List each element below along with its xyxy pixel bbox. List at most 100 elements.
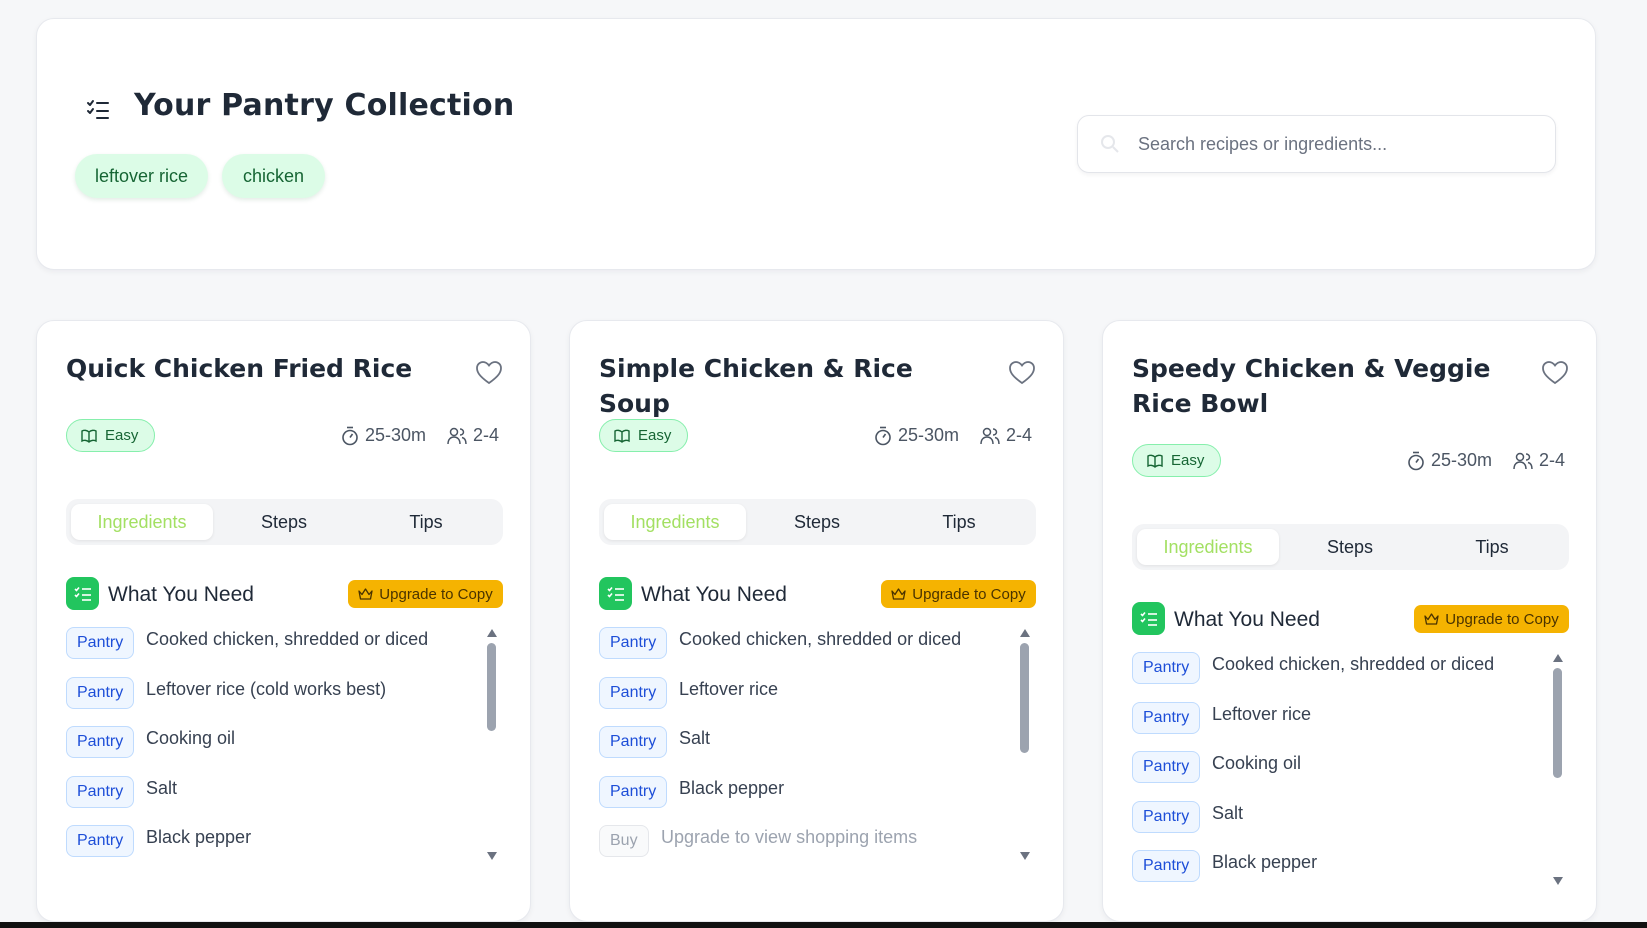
ingredient-item: Pantry Cooked chicken, shredded or diced <box>599 627 999 661</box>
pantry-tag: Pantry <box>1132 701 1201 734</box>
ingredient-name: Salt <box>679 728 711 748</box>
list-check-icon <box>1139 611 1157 626</box>
servings: 2-4 <box>447 425 499 446</box>
list-check-icon <box>73 586 91 601</box>
pantry-tag: Pantry <box>66 726 135 758</box>
difficulty-badge: Easy <box>1132 444 1221 477</box>
users-icon <box>980 427 1000 444</box>
section-header: What You Need Upgrade to Copy <box>1132 602 1569 636</box>
recipe-title: Simple Chicken & Rice Soup <box>599 354 913 418</box>
ingredient-list[interactable]: Pantry Cooked chicken, shredded or diced P… <box>66 627 503 867</box>
pantry-tag: Pantry <box>66 627 135 659</box>
timer-icon <box>342 426 358 445</box>
heart-icon[interactable] <box>1009 361 1035 385</box>
cook-time-value: 25-30m <box>365 425 427 445</box>
difficulty-label: Easy <box>105 427 139 444</box>
book-open-icon <box>614 429 630 443</box>
tab-tips[interactable]: Tips <box>1421 529 1563 565</box>
ingredient-item: Pantry Cooked chicken, shredded or diced <box>66 627 466 661</box>
pantry-tag: Pantry <box>599 676 668 709</box>
recipe-meta: Easy 25-30m 2-4 <box>1132 444 1569 478</box>
tab-tips[interactable]: Tips <box>355 504 497 540</box>
section-icon <box>1132 602 1165 635</box>
upgrade-to-copy-button[interactable]: Upgrade to Copy <box>881 580 1036 608</box>
timer-icon <box>1408 451 1424 470</box>
pantry-tag: Pantry <box>66 775 135 808</box>
cook-time-value: 25-30m <box>1431 450 1493 470</box>
ingredient-name: Cooking oil <box>1212 753 1302 773</box>
ingredient-list[interactable]: Pantry Cooked chicken, shredded or diced P… <box>599 627 1036 867</box>
ingredient-name: Cooked chicken, shredded or diced <box>146 629 429 649</box>
servings: 2-4 <box>980 425 1032 446</box>
list-check-icon <box>606 586 624 601</box>
upgrade-label: Upgrade to Copy <box>912 585 1026 603</box>
tab-tips[interactable]: Tips <box>888 504 1030 540</box>
ingredient-item: Pantry Black pepper <box>599 775 999 810</box>
recipe-tabs: Ingredients Steps Tips <box>66 499 503 545</box>
servings: 2-4 <box>1513 450 1565 471</box>
recipe-card: Quick Chicken Fried Rice Easy 25-30m 2-4 Ing… <box>36 320 531 922</box>
scroll-up-icon[interactable] <box>1019 628 1031 638</box>
chip-chicken[interactable]: chicken <box>222 154 325 198</box>
difficulty-badge: Easy <box>599 419 688 452</box>
tab-steps[interactable]: Steps <box>746 504 888 540</box>
scroll-up-icon[interactable] <box>486 628 498 638</box>
recipe-card: Simple Chicken & Rice Soup Easy 25-30m 2-4 I… <box>569 320 1064 922</box>
tab-ingredients[interactable]: Ingredients <box>1137 529 1279 565</box>
book-open-icon <box>81 429 97 443</box>
difficulty-badge: Easy <box>66 419 155 452</box>
tab-steps[interactable]: Steps <box>213 504 355 540</box>
scrollbar-thumb[interactable] <box>487 643 496 731</box>
tab-ingredients[interactable]: Ingredients <box>71 504 213 540</box>
ingredient-name: Cooked chicken, shredded or diced <box>1212 654 1495 674</box>
heart-icon[interactable] <box>1542 361 1568 385</box>
recipe-meta: Easy 25-30m 2-4 <box>599 419 1036 453</box>
pantry-tag: Pantry <box>1132 652 1201 684</box>
tab-steps[interactable]: Steps <box>1279 529 1421 565</box>
ingredient-name: Leftover rice (cold works best) <box>146 678 387 699</box>
upgrade-to-copy-button[interactable]: Upgrade to Copy <box>1414 605 1569 633</box>
chip-leftover-rice[interactable]: leftover rice <box>75 154 208 198</box>
ingredient-item: Pantry Leftover rice <box>1132 701 1532 736</box>
ingredient-item: Pantry Leftover rice (cold works best) <box>66 676 466 711</box>
servings-value: 2-4 <box>473 425 500 445</box>
ingredient-name: Upgrade to view shopping items <box>661 827 918 847</box>
ingredient-item: Pantry Leftover rice <box>599 676 999 711</box>
scrollbar-thumb[interactable] <box>1553 668 1562 778</box>
recipe-card: Speedy Chicken & Veggie Rice Bowl Easy 25-… <box>1102 320 1597 922</box>
tab-ingredients[interactable]: Ingredients <box>604 504 746 540</box>
scroll-down-icon[interactable] <box>486 851 498 861</box>
heart-icon[interactable] <box>476 361 502 385</box>
cook-time: 25-30m <box>341 425 426 446</box>
ingredient-name: Salt <box>1212 802 1244 823</box>
scroll-down-icon[interactable] <box>1019 851 1031 861</box>
ingredient-item: Pantry Salt <box>1132 800 1532 835</box>
section-label: What You Need <box>1174 608 1320 631</box>
cook-time: 25-30m <box>874 425 959 446</box>
scrollbar-thumb[interactable] <box>1020 643 1029 753</box>
ingredient-item: Buy Upgrade to view shopping items <box>599 825 999 859</box>
ingredient-name: Cooked chicken, shredded or diced <box>679 629 962 649</box>
ingredient-item: Pantry Black pepper <box>1132 850 1532 884</box>
scroll-up-icon[interactable] <box>1552 653 1564 663</box>
upgrade-label: Upgrade to Copy <box>379 585 493 603</box>
servings-value: 2-4 <box>1006 425 1033 445</box>
search-box[interactable] <box>1077 115 1556 173</box>
ingredient-name: Black pepper <box>1212 852 1318 872</box>
page-title: Your Pantry Collection <box>134 88 515 123</box>
ingredient-list[interactable]: Pantry Cooked chicken, shredded or diced P… <box>1132 652 1569 892</box>
pantry-tag: Pantry <box>1132 751 1201 783</box>
recipe-tabs: Ingredients Steps Tips <box>599 499 1036 545</box>
pantry-tag: Pantry <box>1132 800 1201 833</box>
ingredient-item: Pantry Cooked chicken, shredded or diced <box>1132 652 1532 686</box>
recipe-tabs: Ingredients Steps Tips <box>1132 524 1569 570</box>
search-icon <box>1101 135 1119 153</box>
ingredient-item: Pantry Black pepper <box>66 825 466 859</box>
ingredient-name: Black pepper <box>146 827 252 847</box>
search-input[interactable] <box>1138 116 1538 172</box>
difficulty-label: Easy <box>1171 452 1205 469</box>
upgrade-to-copy-button[interactable]: Upgrade to Copy <box>348 580 503 608</box>
pantry-tag: Pantry <box>1132 850 1201 882</box>
crown-icon <box>1424 613 1439 625</box>
scroll-down-icon[interactable] <box>1552 876 1564 886</box>
